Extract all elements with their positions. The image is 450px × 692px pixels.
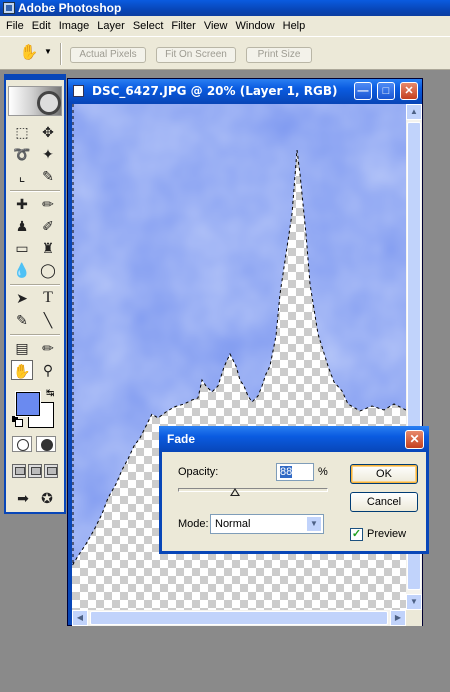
checkmark-icon: ✓: [351, 528, 362, 540]
fit-on-screen-button[interactable]: Fit On Screen: [156, 47, 236, 63]
full-screen-menu-mode-button[interactable]: [28, 464, 42, 478]
quick-mask-mode-button[interactable]: [36, 436, 56, 452]
fade-close-button[interactable]: ✕: [405, 430, 424, 449]
menu-bar: File Edit Image Layer Select Filter View…: [0, 16, 450, 36]
menu-window[interactable]: Window: [232, 17, 279, 35]
scroll-right-icon[interactable]: ▶: [390, 610, 406, 626]
foreground-color-swatch[interactable]: [15, 391, 41, 417]
magic-wand-tool-icon[interactable]: ✦: [37, 144, 59, 164]
pen-tool-icon[interactable]: ✎: [11, 310, 33, 330]
type-tool-icon[interactable]: T: [37, 288, 59, 308]
menu-help[interactable]: Help: [279, 17, 310, 35]
horizontal-scrollbar[interactable]: ◀ ▶: [72, 610, 406, 626]
close-button[interactable]: ✕: [400, 82, 418, 100]
fade-dialog: Fade ✕ Opacity: 88 % Mode: Normal ▼ OK C…: [159, 426, 429, 554]
brush-tool-icon[interactable]: ✏: [37, 194, 59, 214]
ok-button[interactable]: OK: [350, 464, 418, 484]
resize-grip[interactable]: [406, 610, 422, 626]
cancel-button[interactable]: Cancel: [350, 492, 418, 512]
document-icon: [73, 85, 84, 97]
clone-stamp-tool-icon[interactable]: ♟: [11, 216, 33, 236]
maximize-button[interactable]: □: [377, 82, 395, 100]
zoom-tool-icon[interactable]: ⚲: [37, 360, 59, 380]
opacity-value: 88: [280, 466, 293, 478]
menu-image[interactable]: Image: [55, 17, 94, 35]
healing-brush-tool-icon[interactable]: ✚: [11, 194, 33, 214]
scroll-left-icon[interactable]: ◀: [72, 610, 88, 626]
app-title-bar: Adobe Photoshop: [0, 0, 450, 16]
menu-edit[interactable]: Edit: [28, 17, 55, 35]
opacity-slider-thumb[interactable]: [230, 488, 240, 496]
print-size-button[interactable]: Print Size: [246, 47, 312, 63]
menu-file[interactable]: File: [2, 17, 28, 35]
blur-tool-icon[interactable]: 💧: [11, 260, 33, 280]
actual-pixels-button[interactable]: Actual Pixels: [70, 47, 146, 63]
fade-dialog-title-bar[interactable]: Fade ✕: [159, 426, 429, 452]
tools-palette: ⬚ ✥ ➰ ✦ ⌞ ✎ ✚ ✏ ♟ ✐ ▭ ♜ 💧 ◯ ➤ T ✎ ╲ ▤ ✏ …: [4, 74, 66, 514]
fade-dialog-title: Fade: [167, 432, 196, 446]
full-screen-mode-button[interactable]: [44, 464, 58, 478]
standard-screen-mode-button[interactable]: [12, 464, 26, 478]
path-selection-tool-icon[interactable]: ➤: [11, 288, 33, 308]
menu-filter[interactable]: Filter: [167, 17, 199, 35]
preview-label: Preview: [367, 528, 407, 540]
menu-layer[interactable]: Layer: [93, 17, 129, 35]
rectangular-marquee-tool-icon[interactable]: ⬚: [11, 122, 33, 142]
app-title: Adobe Photoshop: [18, 1, 122, 15]
photoshop-app-icon: [3, 2, 15, 14]
menu-select[interactable]: Select: [129, 17, 168, 35]
crop-tool-icon[interactable]: ⌞: [11, 166, 33, 186]
options-separator: [60, 43, 62, 65]
hand-tool-preset-icon[interactable]: ✋: [18, 43, 40, 63]
opacity-unit: %: [318, 466, 328, 478]
line-tool-icon[interactable]: ╲: [37, 310, 59, 330]
tools-divider: [10, 190, 60, 192]
menu-view[interactable]: View: [200, 17, 232, 35]
opacity-input[interactable]: 88: [276, 463, 314, 481]
history-brush-tool-icon[interactable]: ✐: [37, 216, 59, 236]
mode-value: Normal: [215, 518, 251, 530]
paint-bucket-tool-icon[interactable]: ♜: [37, 238, 59, 258]
scroll-down-icon[interactable]: ▼: [406, 594, 422, 610]
options-bar: ✋ ▼ Actual Pixels Fit On Screen Print Si…: [0, 36, 450, 70]
jump-to-imageready-icon[interactable]: ➡: [12, 488, 34, 508]
minimize-button[interactable]: —: [354, 82, 372, 100]
standard-mode-button[interactable]: [12, 436, 32, 452]
eraser-tool-icon[interactable]: ▭: [11, 238, 33, 258]
horizontal-scroll-thumb[interactable]: [90, 611, 388, 625]
preview-checkbox[interactable]: ✓: [350, 528, 363, 541]
tools-divider: [10, 284, 60, 286]
slice-tool-icon[interactable]: ✎: [37, 166, 59, 186]
photoshop-logo: [8, 86, 62, 116]
document-title-bar[interactable]: DSC_6427.JPG @ 20% (Layer 1, RGB) — □ ✕: [68, 79, 422, 103]
opacity-slider-track[interactable]: [178, 488, 328, 492]
dodge-tool-icon[interactable]: ◯: [37, 260, 59, 280]
scroll-up-icon[interactable]: ▲: [406, 104, 422, 120]
mode-select[interactable]: Normal ▼: [210, 514, 324, 534]
document-title: DSC_6427.JPG @ 20% (Layer 1, RGB): [92, 84, 338, 98]
opacity-label: Opacity:: [178, 466, 219, 478]
notes-tool-icon[interactable]: ▤: [11, 338, 33, 358]
eyedropper-tool-icon[interactable]: ✏: [37, 338, 59, 358]
default-colors-icon[interactable]: [12, 416, 23, 427]
swap-colors-icon[interactable]: ↹: [46, 388, 54, 399]
chevron-down-icon[interactable]: ▼: [306, 516, 322, 532]
hand-tool-icon[interactable]: ✋: [11, 360, 33, 380]
mode-label: Mode:: [178, 518, 209, 530]
tools-divider: [10, 334, 60, 336]
move-tool-icon[interactable]: ✥: [37, 122, 59, 142]
lasso-tool-icon[interactable]: ➰: [11, 144, 33, 164]
tool-preset-dropdown-icon[interactable]: ▼: [44, 47, 52, 56]
imageready-icon[interactable]: ✪: [36, 488, 58, 508]
